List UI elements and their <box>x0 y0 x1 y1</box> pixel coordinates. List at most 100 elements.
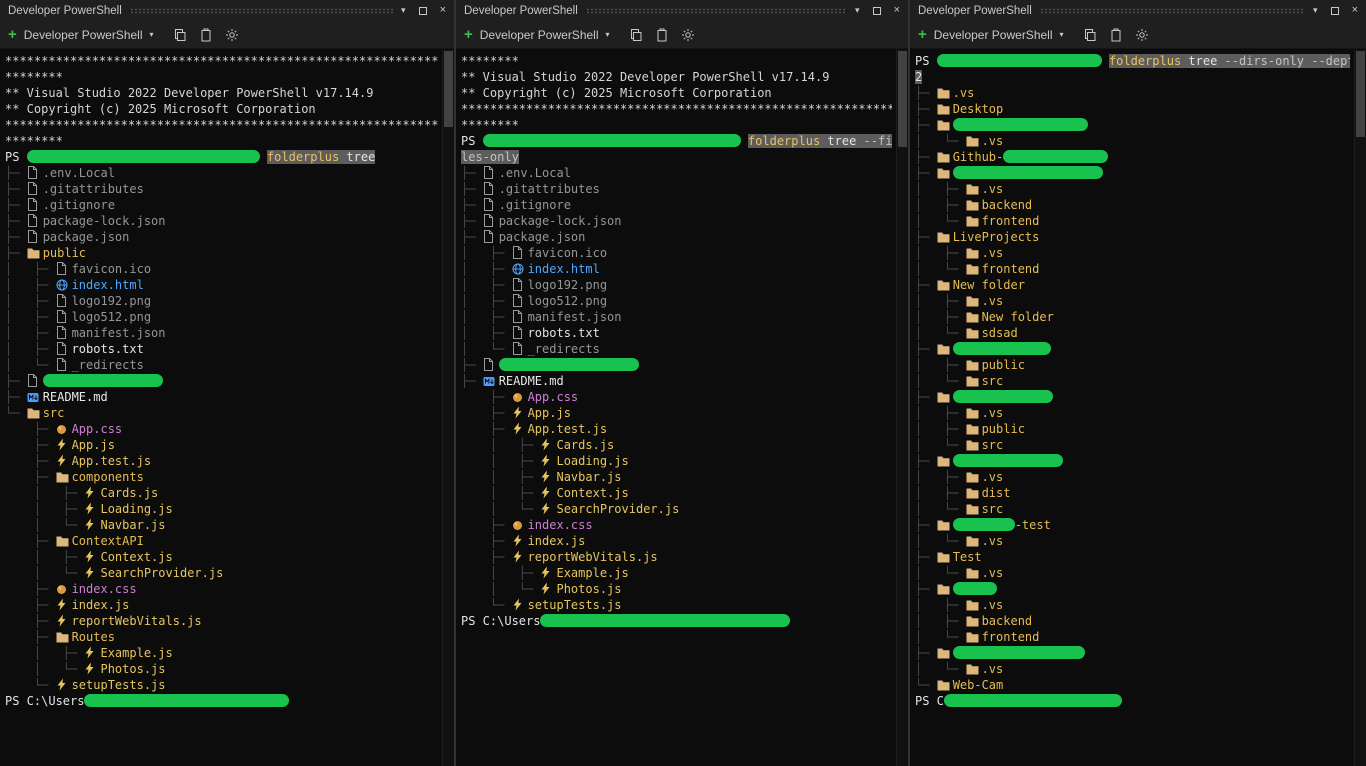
tree-row: │ ├─ robots.txt <box>461 325 892 341</box>
tree-row: │ └─ src <box>915 373 1350 389</box>
text-segment: │ └─ <box>461 502 541 516</box>
pane-titlebar[interactable]: Developer PowerShell ▾ × <box>910 0 1366 21</box>
text-segment: │ ├─ <box>5 310 56 324</box>
window-menu-chevron-icon[interactable]: ▾ <box>855 6 860 15</box>
output-line: ** Visual Studio 2022 Developer PowerShe… <box>461 69 892 85</box>
tree-row: │ ├─ dist <box>915 485 1350 501</box>
settings-gear-icon[interactable] <box>1135 28 1149 42</box>
text-segment: Example.js <box>100 646 173 660</box>
text-segment: index.html <box>71 278 144 292</box>
file-icon <box>512 310 528 325</box>
pane-titlebar[interactable]: Developer PowerShell ▾ × <box>456 0 908 21</box>
profile-dropdown-chevron-icon[interactable]: ▾ <box>1060 30 1064 39</box>
prompt-line: PS C:\Users <box>461 613 892 629</box>
text-segment: │ ├─ <box>915 614 966 628</box>
redaction-pill <box>952 582 997 595</box>
text-segment: │ ├─ <box>461 326 512 340</box>
new-terminal-plus-icon[interactable]: + <box>8 27 17 42</box>
html-icon <box>512 263 528 277</box>
maximize-icon[interactable] <box>1330 6 1339 15</box>
text-segment: tree <box>820 134 857 148</box>
copy-icon[interactable] <box>1083 28 1097 42</box>
copy-icon[interactable] <box>173 28 187 42</box>
text-segment: ├─ <box>461 406 512 420</box>
js-icon <box>84 550 100 565</box>
terminal-output[interactable]: ****************************************… <box>0 49 454 766</box>
terminal-output[interactable]: ******** ** Visual Studio 2022 Developer … <box>456 49 908 766</box>
text-segment: │ └─ <box>915 534 966 548</box>
file-icon <box>27 214 43 229</box>
output-line: ** Copyright (c) 2025 Microsoft Corporat… <box>5 101 438 117</box>
text-segment: │ ├─ <box>461 454 541 468</box>
paste-icon[interactable] <box>655 28 669 42</box>
terminal-profile-label[interactable]: Developer PowerShell <box>24 28 143 42</box>
new-terminal-plus-icon[interactable]: + <box>464 27 473 42</box>
tree-row: ├─ New folder <box>915 277 1350 293</box>
profile-dropdown-chevron-icon[interactable]: ▾ <box>150 30 154 39</box>
scrollbar-thumb[interactable] <box>1356 51 1365 137</box>
output-line: ******** <box>5 69 438 85</box>
tree-row: │ ├─ Example.js <box>5 645 438 661</box>
text-segment: sdsad <box>981 326 1018 340</box>
new-terminal-plus-icon[interactable]: + <box>918 27 927 42</box>
text-segment: │ └─ <box>915 566 966 580</box>
tree-row: │ └─ _redirects <box>5 357 438 373</box>
scrollbar[interactable] <box>1354 49 1366 766</box>
file-icon <box>512 278 528 293</box>
text-segment: ** Copyright (c) 2025 Microsoft Corporat… <box>461 86 772 100</box>
text-segment: package-lock.json <box>498 214 622 228</box>
file-icon <box>56 342 72 357</box>
text-segment: ** Copyright (c) 2025 Microsoft Corporat… <box>5 102 316 116</box>
window-menu-chevron-icon[interactable]: ▾ <box>1313 6 1318 15</box>
tree-row: │ ├─ Cards.js <box>5 485 438 501</box>
text-segment: ├─ <box>461 390 512 404</box>
pane-titlebar[interactable]: Developer PowerShell ▾ × <box>0 0 454 21</box>
window-menu-chevron-icon[interactable]: ▾ <box>401 6 406 15</box>
maximize-icon[interactable] <box>872 6 881 15</box>
text-segment: Github- <box>952 150 1004 164</box>
text-segment: backend <box>981 198 1033 212</box>
text-segment: ├─ <box>5 582 56 596</box>
text-segment: ├─ <box>915 518 937 532</box>
scrollbar[interactable] <box>442 49 454 766</box>
tree-row: │ └─ .vs <box>915 565 1350 581</box>
paste-icon[interactable] <box>1109 28 1123 42</box>
tree-row: ├─ .gitattributes <box>461 181 892 197</box>
text-segment: │ ├─ <box>461 566 541 580</box>
tree-row: │ └─ frontend <box>915 629 1350 645</box>
text-segment: ├─ <box>915 86 937 100</box>
close-icon[interactable]: × <box>894 5 900 16</box>
text-segment: .vs <box>981 470 1004 484</box>
scrollbar-thumb[interactable] <box>898 51 907 147</box>
tree-row: │ ├─ logo192.png <box>5 293 438 309</box>
close-icon[interactable]: × <box>1352 5 1358 16</box>
prompt-line: 2 <box>915 69 1350 85</box>
tree-row: ├─ Github- <box>915 149 1350 165</box>
terminal-profile-label[interactable]: Developer PowerShell <box>934 28 1053 42</box>
titlebar-drag-dots <box>585 7 848 14</box>
js-icon <box>540 454 556 469</box>
settings-gear-icon[interactable] <box>681 28 695 42</box>
copy-icon[interactable] <box>629 28 643 42</box>
output-line: ******** <box>5 133 438 149</box>
terminal-toolbar: + Developer PowerShell ▾ <box>0 21 454 49</box>
text-segment: │ ├─ <box>915 310 966 324</box>
text-segment: │ ├─ <box>915 422 966 436</box>
text-segment: │ ├─ <box>461 486 541 500</box>
scrollbar[interactable] <box>896 49 908 766</box>
text-segment: │ ├─ <box>461 438 541 452</box>
scrollbar-thumb[interactable] <box>444 51 453 127</box>
terminal-profile-label[interactable]: Developer PowerShell <box>480 28 599 42</box>
close-icon[interactable]: × <box>440 5 446 16</box>
text-segment: PS <box>461 134 483 148</box>
maximize-icon[interactable] <box>418 6 427 15</box>
text-segment: index.css <box>527 518 593 532</box>
paste-icon[interactable] <box>199 28 213 42</box>
text-segment: index.html <box>527 262 600 276</box>
settings-gear-icon[interactable] <box>225 28 239 42</box>
text-segment: ├─ <box>5 390 27 404</box>
redaction-pill <box>936 54 1102 67</box>
text-segment: │ └─ <box>915 662 966 676</box>
terminal-output[interactable]: PS folderplus tree --dirs-only --depth 2 ├… <box>910 49 1366 766</box>
profile-dropdown-chevron-icon[interactable]: ▾ <box>606 30 610 39</box>
